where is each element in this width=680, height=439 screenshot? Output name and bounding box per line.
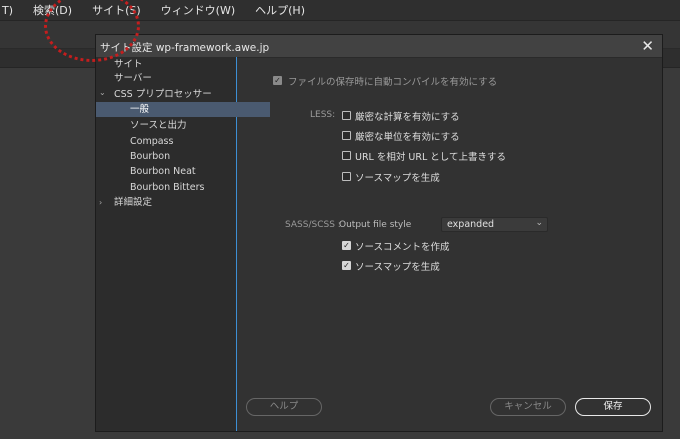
settings-sidebar: サイト サーバー ⌄ CSS プリプロセッサー 一般 ソースと出力 Compas… (96, 57, 270, 431)
sidebar-item-label: ソースと出力 (130, 120, 187, 131)
auto-compile-checkbox[interactable]: ✓ (273, 76, 282, 85)
output-style-select[interactable]: expanded ⌄ (441, 217, 548, 232)
help-button[interactable]: ヘルプ (246, 398, 322, 416)
menu-item-help[interactable]: ヘルプ(H) (245, 2, 315, 18)
sidebar-item-label: Bourbon Bitters (130, 182, 205, 193)
save-button[interactable]: 保存 (575, 398, 651, 416)
sass-sourcemap-checkbox[interactable]: ✓ (342, 261, 351, 270)
sidebar-item-label: CSS プリプロセッサー (114, 89, 212, 100)
less-group-label: LESS: (310, 110, 336, 120)
sidebar-item-label: Bourbon (130, 151, 171, 162)
strict-units-checkbox[interactable] (342, 131, 351, 140)
sass-group-label: SASS/SCSS : (285, 220, 341, 230)
sidebar-item-label: サーバー (114, 73, 152, 84)
sidebar-item-site[interactable]: サイト (96, 57, 254, 72)
relative-urls-checkbox[interactable] (342, 151, 351, 160)
source-comments-checkbox[interactable]: ✓ (342, 241, 351, 250)
chevron-down-icon[interactable]: ⌄ (99, 85, 106, 100)
auto-compile-label: ファイルの保存時に自動コンパイルを有効にする (288, 77, 498, 88)
output-style-label: Output file style (339, 220, 412, 230)
menu-item-window[interactable]: ウィンドウ(W) (151, 2, 245, 18)
sidebar-item-label: Compass (130, 136, 174, 147)
sidebar-item-label: 詳細設定 (114, 197, 153, 208)
cancel-button[interactable]: キャンセル (490, 398, 566, 416)
sidebar-item-css-preprocessor[interactable]: ⌄ CSS プリプロセッサー (96, 87, 254, 102)
sidebar-item-label: 一般 (130, 104, 150, 115)
close-icon[interactable]: ✕ (641, 37, 654, 55)
dialog-title-bar: サイト設定 wp-framework.awe.jp ✕ (96, 35, 662, 58)
sidebar-item-advanced[interactable]: › 詳細設定 (96, 195, 254, 210)
sidebar-item-label: サイト (114, 59, 143, 70)
chevron-down-icon: ⌄ (535, 218, 543, 228)
menu-item-partial[interactable]: T) (0, 4, 23, 17)
less-sourcemap-label: ソースマップを生成 (355, 173, 440, 184)
sass-sourcemap-label: ソースマップを生成 (355, 262, 440, 273)
strict-units-label: 厳密な単位を有効にする (355, 132, 460, 143)
strict-math-checkbox[interactable] (342, 111, 351, 120)
strict-math-label: 厳密な計算を有効にする (355, 112, 460, 123)
general-settings-panel: ✓ ファイルの保存時に自動コンパイルを有効にする LESS: 厳密な計算を有効に… (238, 57, 662, 431)
site-settings-dialog: サイト設定 wp-framework.awe.jp ✕ サイト サーバー ⌄ C… (95, 34, 663, 432)
sidebar-item-server[interactable]: サーバー (96, 71, 254, 86)
relative-urls-label: URL を相対 URL として上書きする (355, 152, 506, 163)
less-sourcemap-checkbox[interactable] (342, 172, 351, 181)
output-style-value: expanded (447, 219, 495, 230)
chevron-right-icon[interactable]: › (99, 195, 102, 210)
sidebar-item-label: Bourbon Neat (130, 166, 196, 177)
source-comments-label: ソースコメントを作成 (355, 242, 450, 253)
